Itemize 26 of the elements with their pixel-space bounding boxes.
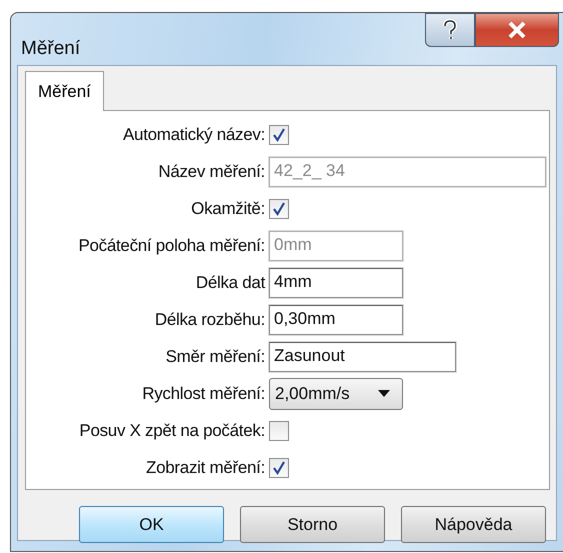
- field-label: Posuv X zpět na počátek:: [78, 420, 266, 440]
- dropdown-caret-icon: [378, 390, 390, 397]
- checkbox[interactable]: [269, 124, 289, 144]
- window-title: Měření: [21, 38, 80, 60]
- field-label: Zobrazit měření:: [145, 458, 266, 478]
- checkbox[interactable]: [269, 458, 289, 478]
- close-icon[interactable]: [475, 13, 559, 47]
- checkbox[interactable]: [269, 420, 289, 440]
- checkbox[interactable]: [269, 198, 289, 218]
- dialog-button[interactable]: Nápověda: [401, 506, 546, 543]
- input-field[interactable]: 4mm: [269, 268, 403, 298]
- field-label: Počáteční poloha měření:: [77, 236, 266, 256]
- field-label: Délka rozběhu:: [154, 310, 266, 330]
- tab[interactable]: Měření: [25, 71, 104, 111]
- input-field[interactable]: Zasunout: [269, 342, 456, 372]
- speed-dropdown[interactable]: 2,00mm/s: [269, 378, 403, 410]
- field-label: Směr měření:: [164, 346, 266, 366]
- field-label: Délka dat: [194, 272, 266, 292]
- input-field[interactable]: 0,30mm: [269, 304, 403, 334]
- dialog-button[interactable]: Storno: [240, 506, 385, 543]
- field-label: Okamžitě:: [190, 198, 266, 218]
- field-label: Automatický název:: [122, 124, 266, 144]
- field-label: Rychlost měření:: [141, 384, 266, 404]
- dialog-button[interactable]: OK: [79, 506, 224, 543]
- field-label: Název měření:: [157, 162, 266, 182]
- help-icon[interactable]: [425, 13, 475, 47]
